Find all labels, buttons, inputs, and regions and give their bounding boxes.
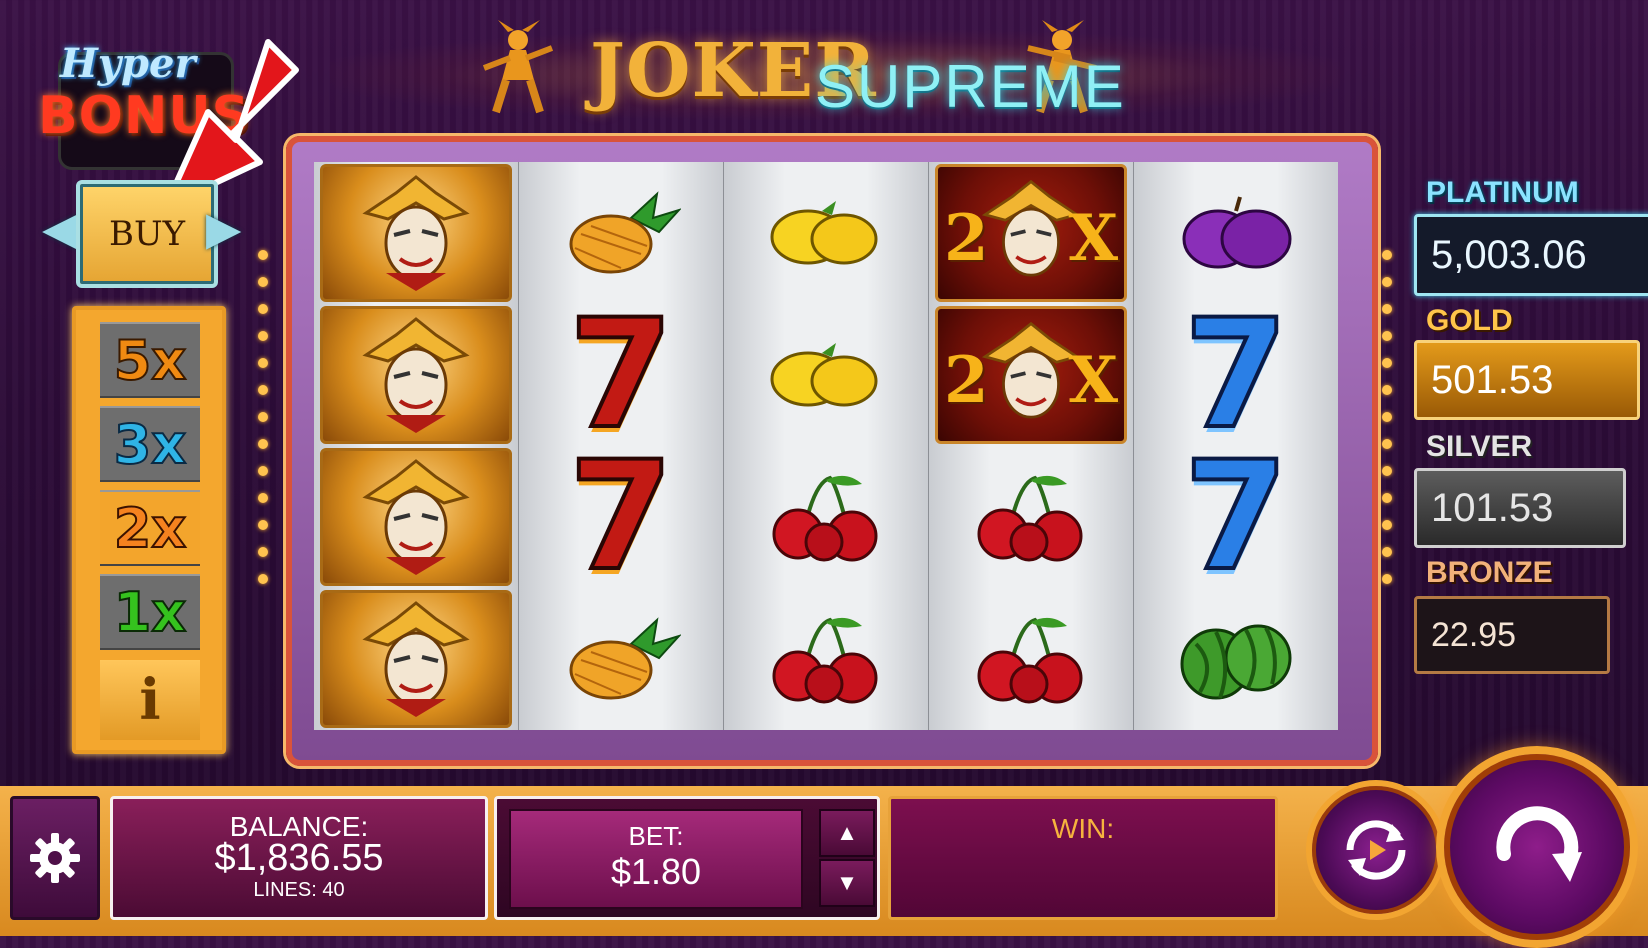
symbol-joker <box>314 304 518 446</box>
settings-button[interactable] <box>10 796 100 920</box>
spin-icon <box>1496 806 1582 882</box>
win-label: WIN: <box>1051 813 1115 844</box>
bet-display[interactable]: BET: $1.80 <box>509 809 803 909</box>
spin-button[interactable] <box>1436 746 1638 948</box>
symbol-cherry <box>724 446 928 588</box>
symbol-joker-2x: 2X <box>929 304 1133 446</box>
symbol-pineapple <box>519 162 723 304</box>
multiplier-5x: 5x <box>100 322 200 398</box>
gear-icon <box>30 833 80 883</box>
bet-decrease-button[interactable]: ▼ <box>819 859 875 907</box>
jackpot-bronze-value: 22.95 <box>1414 596 1610 674</box>
info-button[interactable]: i <box>100 660 200 740</box>
multiplier-2x: 2x <box>100 490 200 566</box>
multiplier-1x: 1x <box>100 574 200 650</box>
symbol-lemon <box>724 162 928 304</box>
joker-multiplier-x: X <box>1068 201 1118 276</box>
multiplier-3x-label: 3x <box>113 412 187 477</box>
pineapple-icon <box>569 617 681 700</box>
lines-label: LINES: 40 <box>253 879 345 901</box>
left-bulbs <box>258 250 268 601</box>
multiplier-1x-label: 1x <box>113 580 187 645</box>
game-subtitle: SUPREME <box>815 53 1126 120</box>
jackpot-gold-value: 501.53 <box>1414 340 1640 420</box>
jackpot-platinum-value: 5,003.06 <box>1414 214 1648 296</box>
symbol-joker <box>314 446 518 588</box>
buy-right-chevron-icon: ▶ <box>206 202 242 254</box>
lemon-icon <box>770 343 878 407</box>
bet-value: $1.80 <box>610 851 702 892</box>
jackpot-silver-label: SILVER <box>1426 430 1533 463</box>
reel-area: 7 7 2X 2X 7 7 <box>314 162 1338 730</box>
multiplier-5x-label: 5x <box>113 328 187 393</box>
balance-value: $1,836.55 <box>214 837 384 879</box>
autoplay-icon <box>1346 820 1406 880</box>
buy-left-chevron-icon: ◀ <box>42 202 78 254</box>
reel-5: 7 7 <box>1134 162 1338 730</box>
joker-icon <box>362 175 470 291</box>
bet-panel: BET: $1.80 ▲ ▼ <box>494 796 880 920</box>
joker-icon <box>362 317 470 433</box>
lemon-icon <box>770 201 878 265</box>
cherry-icon <box>977 617 1083 704</box>
plum-icon <box>1182 196 1292 269</box>
reel-2: 7 7 <box>519 162 725 730</box>
joker-multiplier-2: 2 <box>944 201 989 276</box>
seven-blue-icon: 7 <box>1182 430 1290 604</box>
multiplier-column: 5x 3x 2x 1x i <box>72 306 226 754</box>
cherry-icon <box>772 475 878 562</box>
balance-panel: BALANCE: $1,836.55 LINES: 40 <box>110 796 488 920</box>
reel-3 <box>724 162 930 730</box>
symbol-cherry <box>724 588 928 730</box>
symbol-plum <box>1134 162 1338 304</box>
seven-red-icon: 7 <box>567 288 675 462</box>
cherry-icon <box>772 617 878 704</box>
reel-4: 2X 2X <box>929 162 1135 730</box>
symbol-joker <box>314 588 518 730</box>
watermelon-icon <box>1180 624 1292 700</box>
symbol-seven-blue: 7 <box>1134 430 1338 604</box>
bet-increase-button[interactable]: ▲ <box>819 809 875 857</box>
joker-multiplier-x: X <box>1068 343 1118 418</box>
symbol-seven-red: 7 <box>519 288 723 462</box>
autoplay-button[interactable] <box>1306 780 1446 920</box>
symbol-seven-blue: 7 <box>1134 288 1338 462</box>
symbol-pineapple <box>519 588 723 730</box>
win-panel: WIN: <box>888 796 1278 920</box>
joker-multiplier-2: 2 <box>944 343 989 418</box>
jester-left-icon <box>482 20 554 114</box>
jackpot-gold-label: GOLD <box>1426 304 1513 337</box>
symbol-cherry <box>929 446 1133 588</box>
cherry-icon <box>977 475 1083 562</box>
right-bulbs <box>1382 250 1392 601</box>
pineapple-icon <box>569 191 681 274</box>
reel-1 <box>314 162 520 730</box>
jackpot-bronze-label: BRONZE <box>1426 556 1553 589</box>
buy-bonus-button[interactable]: BUY <box>76 180 218 288</box>
symbol-joker <box>314 162 518 304</box>
symbol-watermelon <box>1134 588 1338 730</box>
symbol-cherry <box>929 588 1133 730</box>
symbol-seven-red: 7 <box>519 430 723 604</box>
bet-label: BET: <box>628 821 684 851</box>
symbol-joker-2x: 2X <box>929 162 1133 304</box>
multiplier-2x-label: 2x <box>113 496 187 561</box>
seven-red-icon: 7 <box>567 430 675 604</box>
joker-icon <box>362 459 470 575</box>
symbol-lemon <box>724 304 928 446</box>
seven-blue-icon: 7 <box>1182 288 1290 462</box>
jackpot-platinum-label: PLATINUM <box>1426 176 1579 209</box>
joker-icon <box>362 601 470 717</box>
jackpot-silver-value: 101.53 <box>1414 468 1626 548</box>
multiplier-3x: 3x <box>100 406 200 482</box>
